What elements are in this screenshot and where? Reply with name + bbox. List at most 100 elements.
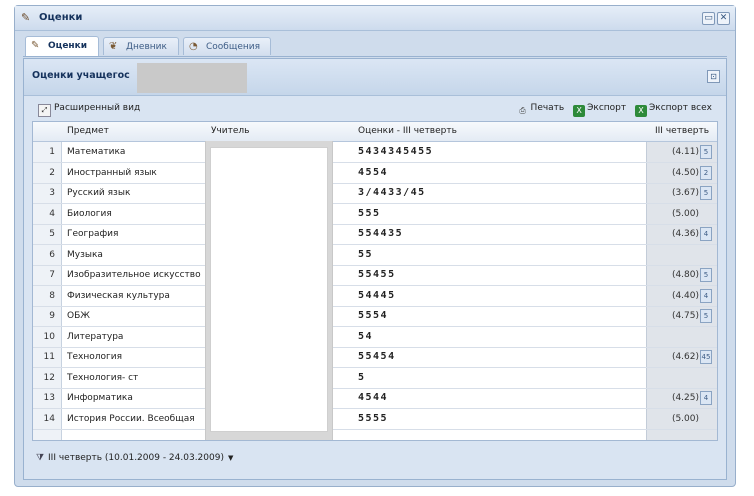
row-number: 4 bbox=[49, 208, 55, 219]
subject-cell: Биология bbox=[67, 208, 112, 219]
quarter-average: (4.75) bbox=[671, 311, 699, 321]
quarter-average: (4.80) bbox=[671, 270, 699, 280]
subject-cell: Математика bbox=[67, 147, 126, 157]
row-number: 1 bbox=[49, 147, 55, 157]
app-icon: ✎ bbox=[21, 11, 31, 24]
export-all-button[interactable]: X Экспорт всех bbox=[635, 103, 712, 117]
table-row[interactable]: 9 ОБЖ 5554 (4.75) 5 bbox=[33, 306, 717, 327]
print-button[interactable]: ⎙ Печать bbox=[517, 103, 564, 115]
row-number: 12 bbox=[43, 372, 55, 383]
extended-view-button[interactable]: ⤢ Расширенный вид bbox=[38, 103, 140, 117]
quarter-grade-button[interactable]: 2 bbox=[700, 165, 712, 180]
extended-view-icon: ⤢ bbox=[38, 104, 51, 117]
row-number: 9 bbox=[49, 311, 55, 321]
header-quarter[interactable]: III четверть bbox=[655, 126, 709, 136]
quarter-average: (4.36) bbox=[671, 229, 699, 239]
table-row[interactable]: 11 Технология 55454 (4.62) 45 bbox=[33, 347, 717, 368]
quarter-grade-button[interactable]: 4 bbox=[700, 391, 712, 405]
subject-cell: Изобразительное искусство bbox=[67, 270, 201, 280]
quarter-average: (3.67) bbox=[671, 188, 699, 198]
grades-cell[interactable]: 555 bbox=[358, 208, 618, 219]
table-row[interactable]: 12 Технология- ст 5 bbox=[33, 368, 717, 389]
row-number: 8 bbox=[49, 290, 55, 301]
grades-cell[interactable]: 55454 bbox=[358, 351, 618, 362]
quarter-grade-button[interactable]: 4 bbox=[700, 227, 712, 241]
row-number: 7 bbox=[49, 270, 55, 280]
subject-cell: Информатика bbox=[67, 393, 133, 403]
table-header: Предмет Учитель Оценки - III четверть II… bbox=[33, 122, 717, 142]
grades-cell[interactable]: 5434345455 bbox=[358, 146, 618, 157]
panel-header: Оценки учащегос ⊡ bbox=[24, 59, 726, 96]
row-number: 11 bbox=[43, 352, 55, 362]
table-row[interactable]: 2 Иностранный язык 4554 (4.50) 2 bbox=[33, 163, 717, 184]
subject-cell: История России. Всеобщая bbox=[67, 413, 195, 424]
tab-messages[interactable]: ◔ Сообщения bbox=[183, 37, 271, 55]
quarter-grade-button[interactable]: 5 bbox=[700, 309, 712, 323]
panel-footer: ⧩ III четверть (10.01.2009 - 24.03.2009) ▼ bbox=[32, 445, 718, 473]
quarter-grade-button[interactable]: 5 bbox=[700, 145, 712, 159]
quarter-grade-button[interactable]: 45 bbox=[700, 350, 712, 364]
row-number: 6 bbox=[49, 249, 55, 260]
grades-cell[interactable]: 54 bbox=[358, 331, 618, 342]
header-teacher[interactable]: Учитель bbox=[211, 126, 250, 136]
quarter-grade-button[interactable]: 4 bbox=[700, 288, 712, 303]
grades-window: ✎ Оценки ▭ ✕ ✎ Оценки ❦ Дневник ◔ Сообще… bbox=[14, 5, 736, 487]
subject-cell: Иностранный язык bbox=[67, 167, 157, 178]
grades-cell[interactable]: 54445 bbox=[358, 290, 618, 301]
grades-cell[interactable]: 5 bbox=[358, 372, 618, 383]
grades-tab-icon: ✎ bbox=[31, 40, 40, 51]
grades-cell[interactable]: 3/4433/45 bbox=[358, 187, 618, 198]
table-row[interactable]: 1 Математика 5434345455 (4.11) 5 bbox=[33, 142, 717, 163]
grades-table: Предмет Учитель Оценки - III четверть II… bbox=[32, 121, 718, 441]
grades-cell[interactable]: 5555 bbox=[358, 413, 618, 424]
table-row[interactable]: 4 Биология 555 (5.00) bbox=[33, 204, 717, 225]
grades-cell[interactable]: 4544 bbox=[358, 392, 618, 403]
print-icon: ⎙ bbox=[519, 106, 526, 115]
row-number: 5 bbox=[49, 229, 55, 239]
grades-cell[interactable]: 55 bbox=[358, 249, 618, 260]
row-number: 3 bbox=[49, 188, 55, 198]
diary-tab-icon: ❦ bbox=[109, 41, 118, 52]
table-row[interactable]: 5 География 554435 (4.36) 4 bbox=[33, 224, 717, 245]
table-row[interactable]: 14 История России. Всеобщая 5555 (5.00) bbox=[33, 409, 717, 430]
table-row[interactable]: 7 Изобразительное искусство 55455 (4.80) 5 bbox=[33, 265, 717, 286]
header-subject[interactable]: Предмет bbox=[67, 126, 109, 136]
grades-panel: Оценки учащегос ⊡ ⤢ Расширенный вид ⎙ Печа… bbox=[23, 58, 727, 480]
grades-cell[interactable]: 554435 bbox=[358, 228, 618, 239]
table-row[interactable]: 6 Музыка 55 bbox=[33, 245, 717, 266]
window-title: Оценки bbox=[39, 12, 83, 23]
tab-diary[interactable]: ❦ Дневник bbox=[103, 37, 179, 55]
restore-button[interactable]: ▭ bbox=[702, 12, 715, 25]
period-filter-dropdown[interactable]: ⧩ III четверть (10.01.2009 - 24.03.2009) ▼ bbox=[36, 453, 233, 463]
quarter-average: (5.00) bbox=[671, 208, 699, 219]
subject-cell: Технология bbox=[67, 352, 123, 362]
messages-tab-icon: ◔ bbox=[189, 41, 198, 52]
quarter-grade-button[interactable]: 5 bbox=[700, 186, 712, 200]
close-button[interactable]: ✕ bbox=[717, 12, 730, 25]
table-row[interactable]: 3 Русский язык 3/4433/45 (3.67) 5 bbox=[33, 183, 717, 204]
excel-export-icon: X bbox=[573, 105, 586, 117]
subject-cell: Физическая культура bbox=[67, 290, 170, 301]
row-number: 14 bbox=[43, 413, 55, 424]
quarter-average: (4.62) bbox=[671, 352, 699, 362]
quarter-average: (4.40) bbox=[671, 290, 699, 301]
table-row[interactable]: 13 Информатика 4544 (4.25) 4 bbox=[33, 388, 717, 409]
redacted-student-name bbox=[137, 63, 247, 93]
grades-cell[interactable]: 55455 bbox=[358, 269, 618, 280]
dropdown-caret-icon: ▼ bbox=[227, 454, 234, 462]
panel-collapse-button[interactable]: ⊡ bbox=[707, 70, 720, 83]
grades-cell[interactable]: 5554 bbox=[358, 310, 618, 321]
subject-cell: Литература bbox=[67, 331, 124, 342]
subject-cell: Русский язык bbox=[67, 188, 131, 198]
window-titlebar: ✎ Оценки ▭ ✕ bbox=[15, 6, 735, 31]
subject-cell: Технология- ст bbox=[67, 372, 139, 383]
grades-cell[interactable]: 4554 bbox=[358, 167, 618, 178]
export-button[interactable]: X Экспорт bbox=[573, 103, 626, 117]
table-row[interactable]: 10 Литература 54 bbox=[33, 327, 717, 348]
quarter-grade-button[interactable]: 5 bbox=[700, 268, 712, 282]
table-row[interactable]: 8 Физическая культура 54445 (4.40) 4 bbox=[33, 286, 717, 307]
redacted-teacher-column bbox=[205, 141, 333, 440]
subject-cell: География bbox=[67, 229, 119, 239]
header-grades[interactable]: Оценки - III четверть bbox=[358, 126, 457, 136]
tab-grades[interactable]: ✎ Оценки bbox=[25, 36, 99, 56]
